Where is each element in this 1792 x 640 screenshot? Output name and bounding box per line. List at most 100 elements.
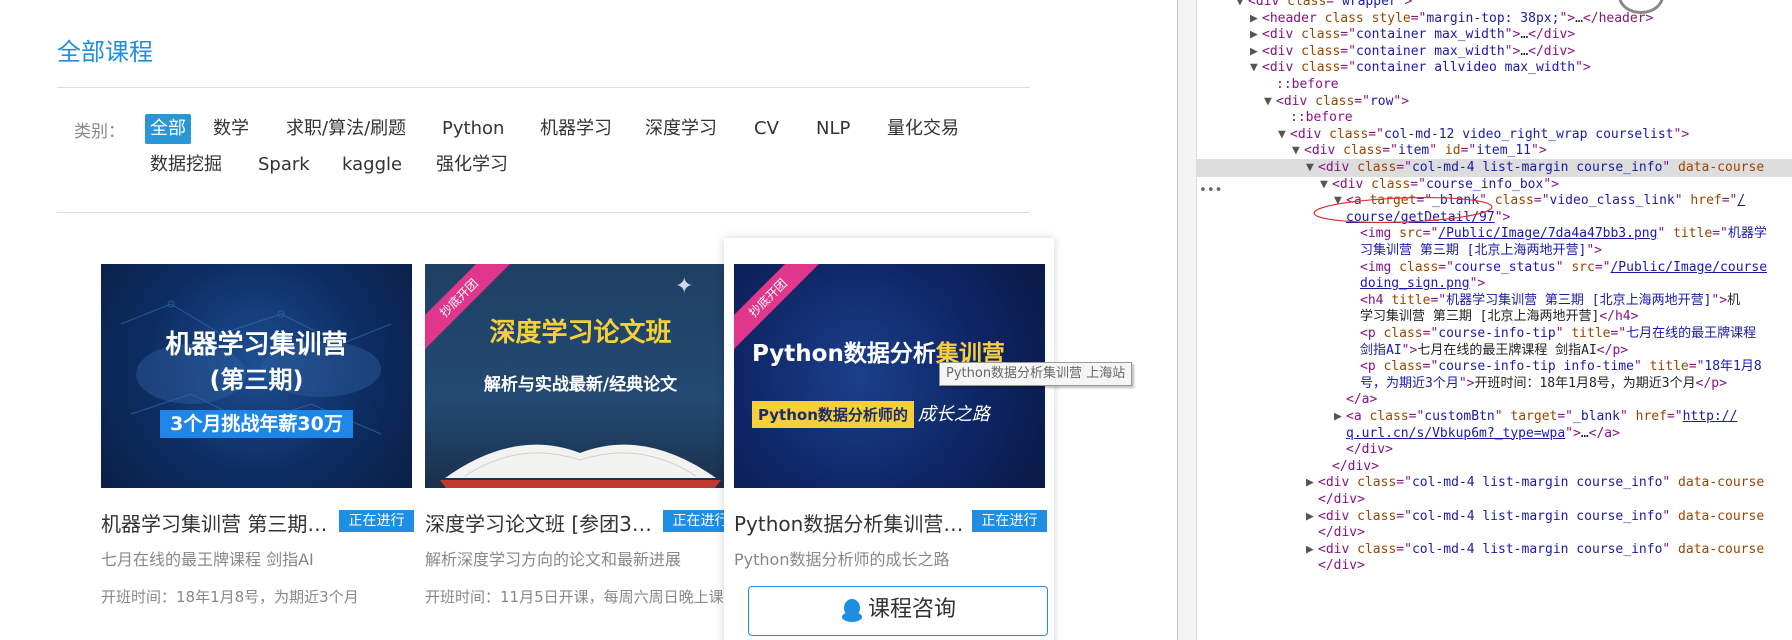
course-page: 全部课程 类别： 全部 数学 求职/算法/刷题 Python 机器学习 深度学习… (0, 0, 1177, 640)
dom-node-line[interactable]: ▶ <a class="customBtn" target="_blank" hr… (1334, 408, 1737, 426)
dom-token: "> (1401, 342, 1418, 358)
filter-option[interactable]: 强化学习 (431, 150, 513, 180)
dom-token: title (1673, 226, 1713, 242)
collapse-triangle-icon[interactable]: ▶ (1250, 26, 1262, 44)
dom-node-line[interactable]: 剑指AI">七月在线的最王牌课程 剑指AI</p> (1348, 342, 1628, 360)
dom-token[interactable]: http:// (1683, 409, 1738, 424)
collapse-triangle-icon[interactable]: ▶ (1250, 10, 1262, 28)
collapse-triangle-icon[interactable]: ▶ (1334, 408, 1346, 426)
course-title[interactable]: 深度学习论文班 [参团300元] (425, 508, 657, 537)
thumbnail-subtitle: 解析与实战最新/经典论文 (483, 375, 678, 395)
dom-token: </div> (1346, 442, 1393, 458)
dom-node-line[interactable]: <p class="course-info-tip" title="七月在线的最… (1348, 325, 1756, 343)
dom-node-line[interactable]: ::before (1264, 76, 1339, 94)
dom-token: =" (1533, 193, 1550, 209)
course-thumbnail[interactable]: 机器学习集训营 (第三期) 3个月挑战年薪30万 (101, 264, 412, 488)
dom-token[interactable]: / (1737, 193, 1745, 208)
dom-node-line[interactable]: ▶ <div class="container max_width">…</div… (1250, 43, 1575, 61)
dom-token: " (1662, 508, 1679, 524)
filter-option[interactable]: Spark (253, 150, 315, 180)
dom-node-line[interactable]: 号，为期近3个月">开班时间：18年1月8号，为期近3个月</p> (1348, 375, 1727, 393)
dom-node-line[interactable]: doing_sign.png"> (1348, 275, 1485, 293)
dom-token[interactable]: doing_sign.png (1360, 276, 1470, 291)
dom-node-line[interactable]: ▶ <header class style="margin-top: 38px;"… (1250, 10, 1653, 28)
dom-node-line[interactable]: </a> (1334, 391, 1377, 409)
dom-node-line[interactable]: </div> (1320, 458, 1379, 476)
dom-token: container allvideo max_width (1355, 60, 1576, 76)
filter-option[interactable]: NLP (811, 114, 855, 144)
dom-node-line[interactable]: ▶ <div class="container max_width">…</div… (1250, 26, 1575, 44)
course-title[interactable]: 机器学习集训营 第三期 [北京上海两地开营] (101, 508, 333, 537)
dom-node-line[interactable]: <img class="course_status" src="/Public/… (1348, 259, 1767, 277)
consult-button[interactable]: 课程咨询 (748, 586, 1048, 636)
dom-token: =" (1557, 409, 1574, 424)
more-options-icon[interactable]: ••• (1199, 183, 1222, 198)
dom-token: customBtn (1424, 409, 1495, 424)
expand-triangle-icon[interactable]: ▼ (1334, 192, 1346, 210)
dom-node-line[interactable]: ▼ <div class="col-md-12 video_right_wrap … (1278, 126, 1689, 144)
filter-option[interactable]: CV (749, 114, 784, 144)
filter-option[interactable]: 求职/算法/刷题 (281, 114, 411, 144)
dom-token: data-course (1678, 160, 1765, 175)
dom-node-line[interactable]: </div> (1306, 524, 1365, 542)
dom-token: </div> (1318, 525, 1365, 541)
dom-token: … (1575, 10, 1583, 26)
dom-token[interactable]: course/getDetail/97 (1346, 210, 1495, 225)
dom-node-line[interactable]: ▼ <a target="_blank" class="video_class_l… (1334, 192, 1745, 210)
dom-node-line[interactable]: <img src="/Public/Image/7da4a47bb3.png" … (1348, 225, 1767, 243)
dom-node-line[interactable]: ▶ <div class="col-md-4 list-margin course… (1306, 508, 1764, 526)
dom-node-line[interactable]: ::before (1278, 109, 1353, 127)
collapse-triangle-icon[interactable]: ▶ (1306, 541, 1318, 559)
dom-node-line[interactable]: </div> (1334, 441, 1393, 459)
dom-node-line[interactable]: ▶ <div class="col-md-4 list-margin course… (1306, 541, 1764, 559)
expand-triangle-icon[interactable]: ▼ (1292, 142, 1304, 160)
dom-node-line[interactable]: ▼ <div class="course_info_box"> (1320, 176, 1559, 194)
dom-node-line[interactable]: </div> (1306, 557, 1365, 575)
filter-option[interactable]: 全部 (145, 114, 191, 144)
dom-node-line[interactable]: </div> (1306, 491, 1365, 509)
dom-token: class (1315, 93, 1355, 109)
filter-option[interactable]: 数据挖掘 (145, 150, 227, 180)
course-thumbnail[interactable]: 抄底开团 ✦ 深度学习论文班 解析与实战最新/经典论文 (425, 264, 736, 488)
dom-token[interactable]: /Public/Image/7da4a47bb3.png (1438, 226, 1657, 241)
expand-triangle-icon[interactable]: ▼ (1320, 176, 1332, 194)
dom-node-line[interactable]: course/getDetail/97"> (1334, 209, 1510, 227)
dom-node-line[interactable]: 习集训营 第三期 [北京上海两地开营]"> (1348, 242, 1602, 260)
dom-token: class (1301, 27, 1341, 43)
expand-triangle-icon[interactable]: ▼ (1278, 126, 1290, 144)
dom-token[interactable]: q.url.cn/s/Vbkup6m?_type=wpa (1346, 426, 1565, 441)
dom-node-line[interactable]: q.url.cn/s/Vbkup6m?_type=wpa">…</a> (1334, 425, 1620, 443)
dom-node-line[interactable]: <h4 title="机器学习集训营 第三期 [北京上海两地开营]">机 (1348, 292, 1740, 310)
dom-node-line[interactable]: ▼ <div class="col-md-4 list-margin course… (1196, 159, 1792, 177)
dom-token: <div (1290, 126, 1330, 142)
dom-token: <p (1360, 326, 1384, 341)
dom-node-line[interactable]: <p class="course-info-tip info-time" tit… (1348, 358, 1762, 376)
course-title[interactable]: Python数据分析集训营 上海站 (734, 508, 966, 537)
dom-node-line[interactable]: ▼ <div class="item" id="item_11"> (1292, 142, 1547, 160)
dom-token: course-info-tip (1438, 326, 1556, 341)
expand-triangle-icon[interactable]: ▼ (1236, 0, 1248, 11)
collapse-triangle-icon[interactable]: ▶ (1306, 508, 1318, 526)
dom-node-line[interactable]: ▼ <div class="row"> (1264, 93, 1409, 111)
filter-option[interactable]: Python (437, 114, 509, 144)
filter-option[interactable]: 机器学习 (535, 114, 617, 144)
dom-token: " (1479, 193, 1495, 209)
dom-token[interactable]: /Public/Image/course (1610, 260, 1767, 275)
expand-triangle-icon[interactable]: ▼ (1306, 159, 1318, 177)
filter-option[interactable]: 量化交易 (882, 114, 964, 144)
dom-node-line[interactable]: 学习集训营 第三期 [北京上海两地开营]</h4> (1348, 308, 1638, 326)
dom-token: _blank (1573, 409, 1620, 424)
dom-token: class (1301, 60, 1341, 76)
expand-triangle-icon[interactable]: ▼ (1250, 59, 1262, 77)
collapse-triangle-icon[interactable]: ▶ (1306, 474, 1318, 492)
collapse-triangle-icon[interactable]: ▶ (1250, 43, 1262, 61)
dom-token: video_class_link (1549, 193, 1675, 209)
dom-node-line[interactable]: ▶ <div class="col-md-4 list-margin course… (1306, 474, 1764, 492)
filter-option[interactable]: kaggle (337, 150, 407, 180)
filter-option[interactable]: 深度学习 (640, 114, 722, 144)
dom-token: <h4 (1360, 292, 1392, 308)
dom-token: =" (1408, 409, 1425, 424)
filter-option[interactable]: 数学 (208, 114, 254, 144)
expand-triangle-icon[interactable]: ▼ (1264, 93, 1276, 111)
dom-node-line[interactable]: ▼ <div class="container allvideo max_widt… (1250, 59, 1591, 77)
